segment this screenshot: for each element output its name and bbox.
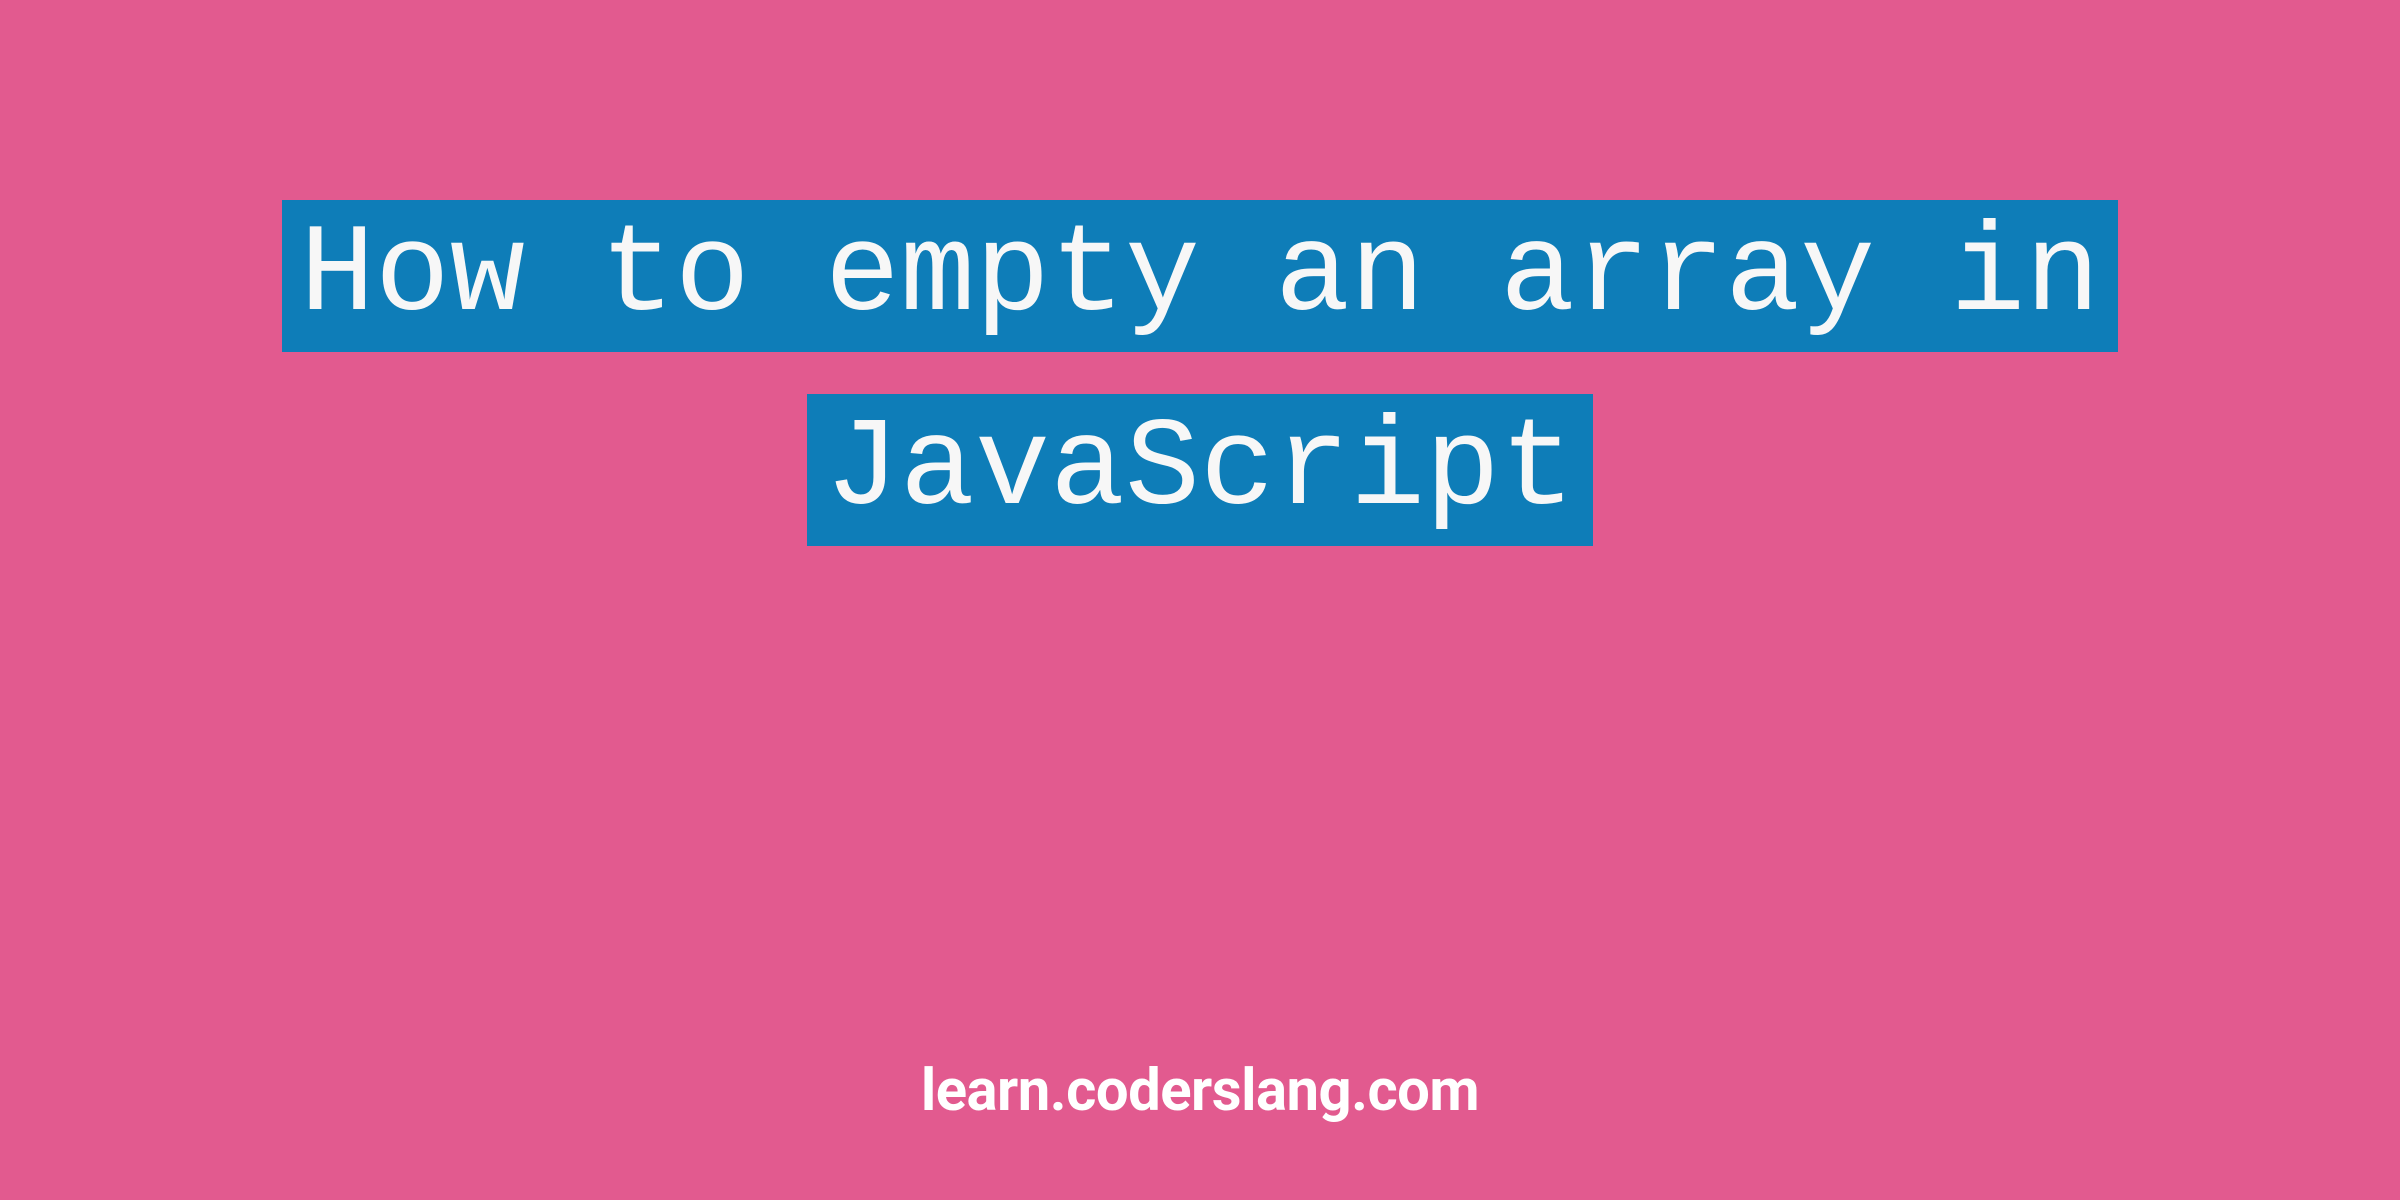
footer-domain: learn.coderslang.com	[0, 1057, 2400, 1125]
page-title: How to empty an array in JavaScript	[282, 180, 2118, 568]
title-line-1: How to empty an array in	[282, 200, 2118, 352]
title-line-2: JavaScript	[807, 394, 1593, 546]
